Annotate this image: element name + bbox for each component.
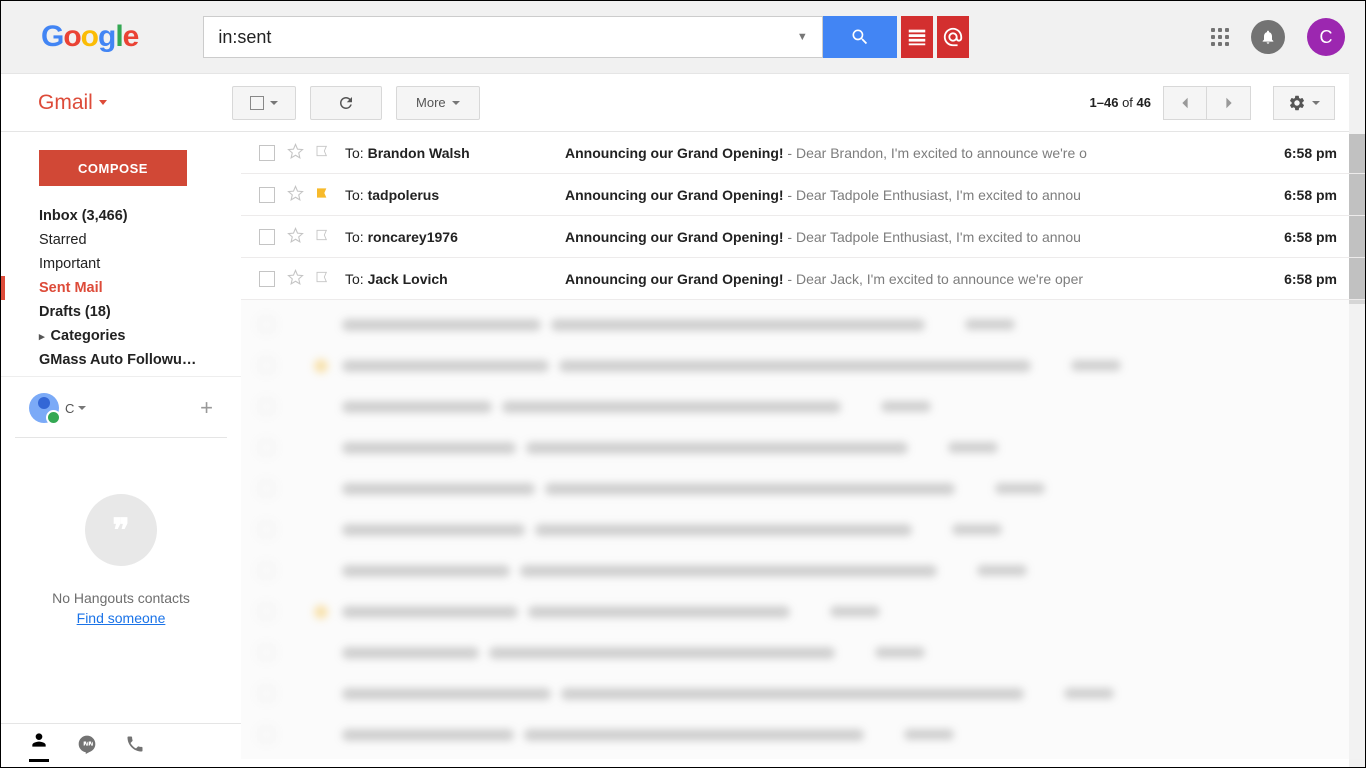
- hangouts-empty: ❞ No Hangouts contacts Find someone: [15, 438, 227, 626]
- next-page-button[interactable]: [1207, 86, 1251, 120]
- sidebar-item-4[interactable]: Drafts (18): [1, 300, 241, 324]
- email-time: 6:58 pm: [1284, 187, 1337, 203]
- email-row[interactable]: To: tadpolerus Announcing our Grand Open…: [241, 174, 1365, 216]
- row-checkbox[interactable]: [259, 145, 275, 161]
- settings-button[interactable]: [1273, 86, 1335, 120]
- footer-phone-tab[interactable]: [125, 734, 145, 757]
- email-time: 6:58 pm: [1284, 229, 1337, 245]
- no-contacts-text: No Hangouts contacts: [15, 590, 227, 606]
- sidebar-item-3[interactable]: Sent Mail: [1, 276, 241, 300]
- sidebar-item-6[interactable]: GMass Auto Followu…: [1, 348, 241, 372]
- hangouts-user-row[interactable]: C +: [15, 389, 227, 427]
- hangouts-icon: [77, 734, 97, 754]
- star-icon[interactable]: [287, 269, 305, 289]
- email-from: To: Jack Lovich: [345, 271, 565, 287]
- label-tag-icon[interactable]: [315, 227, 333, 246]
- hangouts-user-name: C: [65, 401, 86, 416]
- search-options-dropdown[interactable]: ▼: [782, 31, 822, 43]
- header: Google ▼ C: [1, 1, 1365, 74]
- email-from: To: tadpolerus: [345, 187, 565, 203]
- search-button[interactable]: [823, 16, 897, 58]
- gmail-dropdown[interactable]: Gmail: [38, 91, 107, 115]
- refresh-icon: [337, 94, 355, 112]
- star-icon[interactable]: [287, 185, 305, 205]
- footer-hangouts-tab[interactable]: [77, 734, 97, 757]
- extension-grid-button[interactable]: [901, 16, 933, 58]
- compose-button[interactable]: COMPOSE: [39, 150, 187, 186]
- sidebar-item-1[interactable]: Starred: [1, 228, 241, 252]
- email-time: 6:58 pm: [1284, 271, 1337, 287]
- extension-at-button[interactable]: [937, 16, 969, 58]
- more-button[interactable]: More: [396, 86, 480, 120]
- label-tag-icon[interactable]: [315, 269, 333, 288]
- email-subject: Announcing our Grand Opening! - Dear Tad…: [565, 229, 1264, 245]
- bell-icon: [1260, 29, 1276, 45]
- hangouts-avatar-icon: [29, 393, 59, 423]
- blurred-rows: [241, 300, 1365, 759]
- email-subject: Announcing our Grand Opening! - Dear Bra…: [565, 145, 1264, 161]
- toolbar: Gmail More 1–46 of 46: [1, 74, 1365, 132]
- footer-contacts-tab[interactable]: [29, 730, 49, 762]
- label-tag-icon[interactable]: [315, 143, 333, 162]
- notifications-button[interactable]: [1251, 20, 1285, 54]
- search-input[interactable]: [204, 27, 782, 48]
- hangouts-section: C + ❞ No Hangouts contacts Find someone: [1, 376, 241, 626]
- gear-icon: [1288, 94, 1306, 112]
- body: COMPOSE Inbox (3,466)StarredImportantSen…: [1, 132, 1365, 767]
- prev-page-button[interactable]: [1163, 86, 1207, 120]
- grid-icon: [906, 26, 928, 48]
- search-icon: [850, 27, 870, 47]
- email-list: To: Brandon Walsh Announcing our Grand O…: [241, 132, 1365, 767]
- search-box: ▼: [203, 16, 823, 58]
- email-row[interactable]: To: Brandon Walsh Announcing our Grand O…: [241, 132, 1365, 174]
- email-row[interactable]: To: Jack Lovich Announcing our Grand Ope…: [241, 258, 1365, 300]
- email-from: To: roncarey1976: [345, 229, 565, 245]
- person-icon: [29, 730, 49, 750]
- row-checkbox[interactable]: [259, 229, 275, 245]
- find-someone-link[interactable]: Find someone: [77, 610, 166, 626]
- hangouts-quote-icon: ❞: [85, 494, 157, 566]
- toolbar-right: 1–46 of 46: [1090, 86, 1335, 120]
- row-checkbox[interactable]: [259, 187, 275, 203]
- avatar[interactable]: C: [1307, 18, 1345, 56]
- page-count: 1–46 of 46: [1090, 95, 1151, 110]
- email-time: 6:58 pm: [1284, 145, 1337, 161]
- star-icon[interactable]: [287, 143, 305, 163]
- label-tag-icon[interactable]: [315, 185, 333, 204]
- sidebar-item-2[interactable]: Important: [1, 252, 241, 276]
- chevron-left-icon: [1180, 96, 1190, 110]
- star-icon[interactable]: [287, 227, 305, 247]
- sidebar: COMPOSE Inbox (3,466)StarredImportantSen…: [1, 132, 241, 767]
- at-icon: [942, 26, 964, 48]
- page-nav: [1163, 86, 1251, 120]
- phone-icon: [125, 734, 145, 754]
- row-checkbox[interactable]: [259, 271, 275, 287]
- email-subject: Announcing our Grand Opening! - Dear Tad…: [565, 187, 1264, 203]
- sidebar-item-0[interactable]: Inbox (3,466): [1, 204, 241, 228]
- email-row[interactable]: To: roncarey1976 Announcing our Grand Op…: [241, 216, 1365, 258]
- refresh-button[interactable]: [310, 86, 382, 120]
- apps-icon[interactable]: [1211, 28, 1229, 46]
- email-from: To: Brandon Walsh: [345, 145, 565, 161]
- sidebar-item-5[interactable]: Categories: [1, 324, 241, 348]
- search-container: ▼: [203, 16, 969, 58]
- chevron-right-icon: [1224, 96, 1234, 110]
- header-right: C: [1211, 18, 1345, 56]
- toolbar-actions: More: [232, 86, 480, 120]
- hangouts-add-button[interactable]: +: [200, 395, 213, 421]
- nav: Inbox (3,466)StarredImportantSent MailDr…: [1, 204, 241, 372]
- select-all-dropdown[interactable]: [232, 86, 296, 120]
- sidebar-footer: [1, 723, 241, 767]
- google-logo: Google: [41, 20, 138, 54]
- email-subject: Announcing our Grand Opening! - Dear Jac…: [565, 271, 1264, 287]
